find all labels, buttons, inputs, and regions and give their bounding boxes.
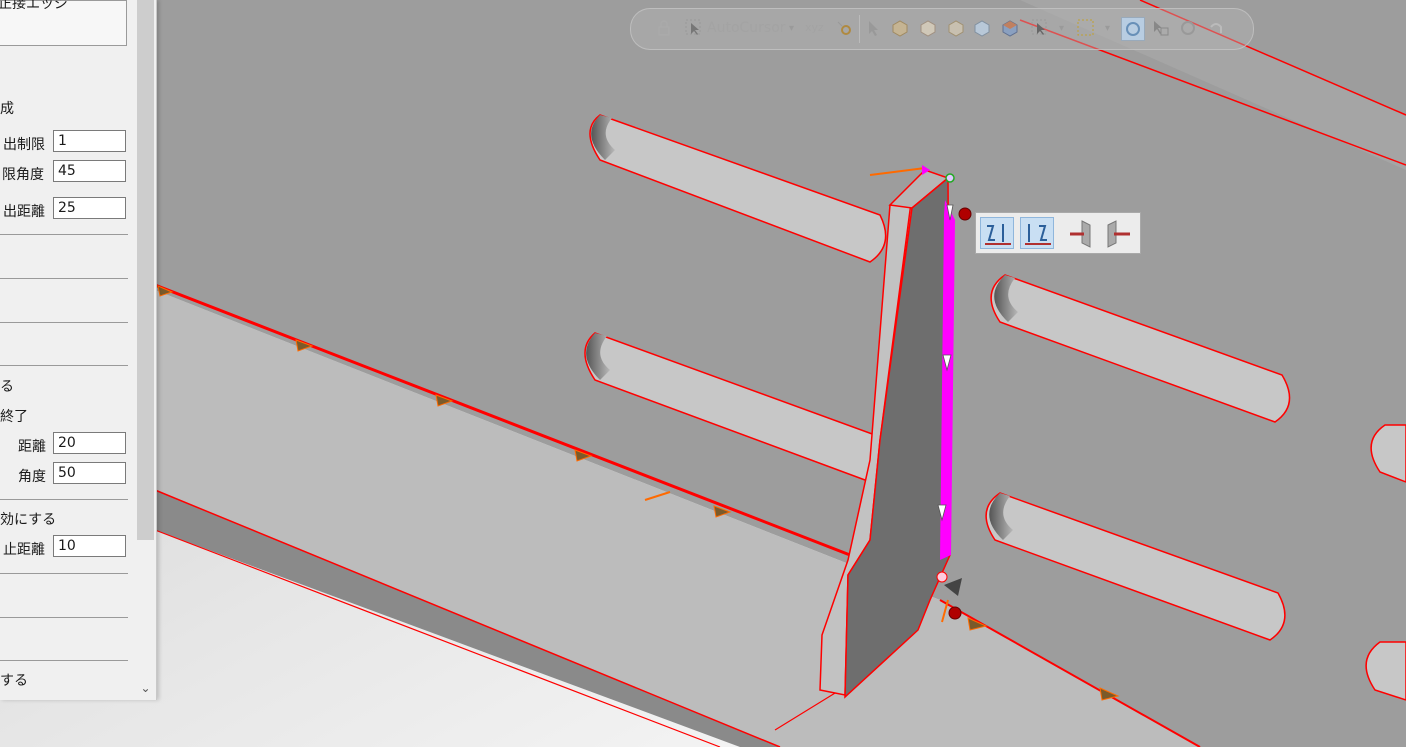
- angle-input[interactable]: [53, 462, 126, 484]
- detect-distance-label: 出距離: [3, 204, 45, 220]
- tangent-edge-label: 正接エッジ: [0, 0, 68, 12]
- xyz-label[interactable]: xyz: [805, 17, 824, 39]
- detect-limit-label: 出制限: [3, 137, 45, 153]
- divider: [0, 322, 128, 323]
- chevron-down-icon[interactable]: ▾: [789, 18, 794, 40]
- select-component-icon[interactable]: [1001, 19, 1019, 37]
- lock-icon[interactable]: [655, 19, 673, 37]
- distance-input[interactable]: [53, 432, 126, 454]
- divider: [0, 573, 128, 574]
- section-end-label: 終了: [0, 409, 28, 425]
- stop-distance-input[interactable]: [53, 535, 126, 557]
- 3d-viewport[interactable]: [0, 0, 1406, 747]
- edge-option-popup: [975, 212, 1141, 254]
- limit-angle-input[interactable]: [53, 160, 126, 182]
- angle-label: 角度: [18, 469, 46, 485]
- gear-icon[interactable]: [835, 19, 853, 37]
- divider: [0, 234, 128, 235]
- chevron-down-icon[interactable]: ▾: [1105, 18, 1110, 40]
- vertex-point[interactable]: [945, 173, 955, 183]
- toolbar-divider: [859, 15, 860, 43]
- autocursor-label[interactable]: AutoCursor: [707, 17, 786, 39]
- limit-angle-label: 限角度: [2, 167, 44, 183]
- detect-limit-input[interactable]: [53, 130, 126, 152]
- bottom-option-label: する: [0, 673, 28, 689]
- detect-distance-input[interactable]: [53, 197, 126, 219]
- cursor-select-icon[interactable]: [685, 19, 703, 37]
- divider: [0, 278, 128, 279]
- drag-handle[interactable]: [948, 606, 962, 620]
- box-select-icon[interactable]: [1031, 19, 1049, 37]
- divider: [0, 365, 128, 366]
- select-body-icon[interactable]: [919, 19, 937, 37]
- divider: [0, 617, 128, 618]
- edge-side-left-button[interactable]: [1064, 217, 1098, 249]
- tangent-edge-box[interactable]: 正接エッジ: [0, 0, 127, 46]
- distance-label: 距離: [18, 439, 46, 455]
- pointer-icon[interactable]: [865, 19, 883, 37]
- divider: [0, 499, 128, 500]
- floating-toolbar: AutoCursor ▾ xyz ▾ ▾: [630, 8, 1254, 50]
- divider: [0, 660, 128, 661]
- stop-distance-label: 止距離: [3, 542, 45, 558]
- edge-side-right-button[interactable]: [1102, 217, 1136, 249]
- select-edge-icon[interactable]: [947, 19, 965, 37]
- chain-mode-2-button[interactable]: [1020, 217, 1054, 249]
- section-do-label: る: [0, 379, 14, 395]
- vertex-point[interactable]: [936, 571, 948, 583]
- section-create-label: 成: [0, 101, 14, 117]
- section-enable-label: 効にする: [0, 512, 57, 528]
- view-active-icon[interactable]: [1121, 17, 1145, 41]
- model-drawing[interactable]: [0, 0, 1406, 747]
- select-face-icon[interactable]: [891, 19, 909, 37]
- undo-icon[interactable]: [1207, 19, 1225, 37]
- property-panel: 正接エッジ 成 出制限 限角度 出距離 る 終了 距離 角度 効にする 止距離 …: [0, 0, 157, 700]
- scroll-down-arrow-icon[interactable]: ⌄: [136, 678, 155, 698]
- select-vertex-icon[interactable]: [973, 19, 991, 37]
- rotate-icon[interactable]: [1179, 19, 1197, 37]
- lasso-select-icon[interactable]: [1077, 19, 1095, 37]
- select-filter-icon[interactable]: [1151, 19, 1169, 37]
- panel-scrollbar-thumb[interactable]: [137, 0, 154, 540]
- drag-handle[interactable]: [958, 207, 972, 221]
- chain-mode-1-button[interactable]: [980, 217, 1014, 249]
- chevron-down-icon[interactable]: ▾: [1059, 18, 1064, 40]
